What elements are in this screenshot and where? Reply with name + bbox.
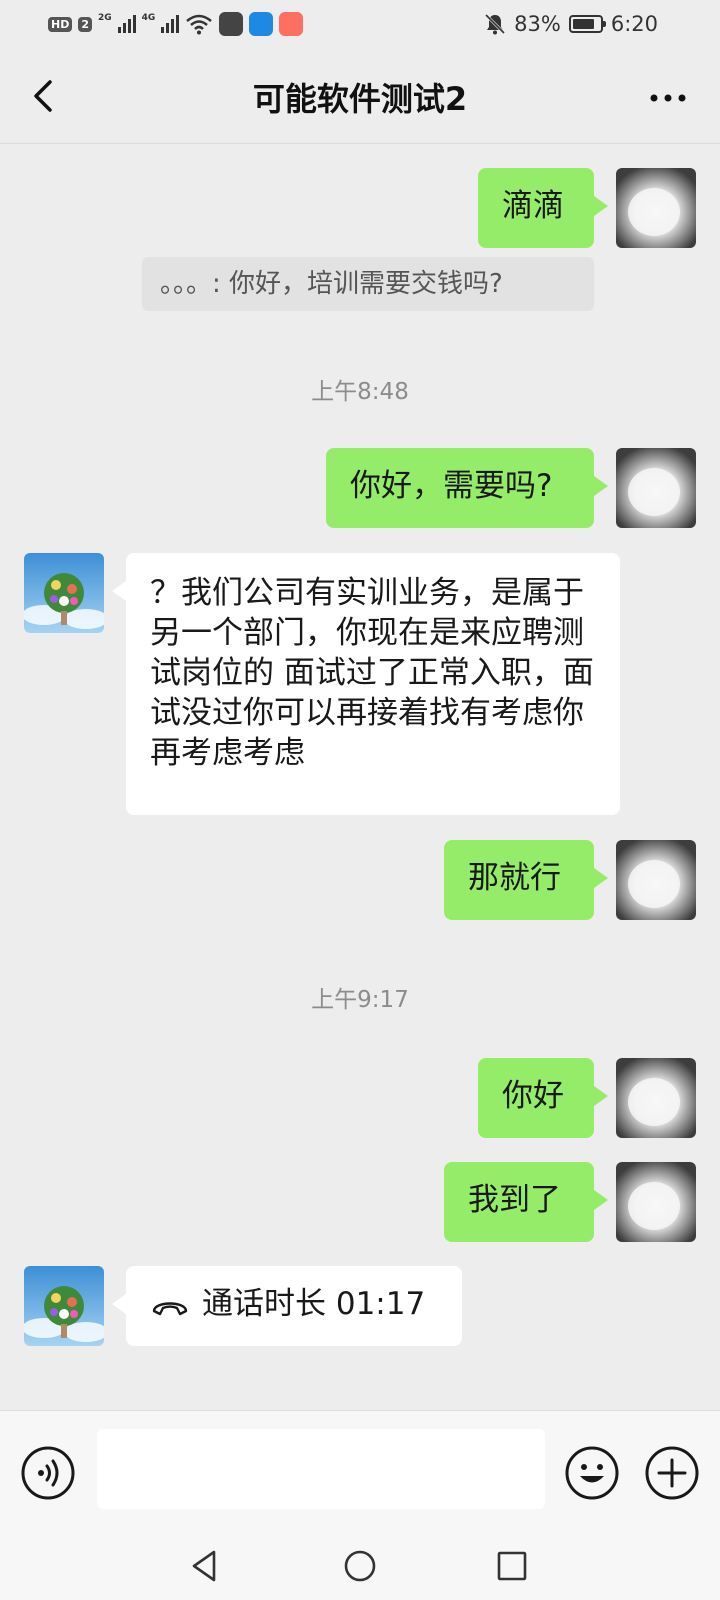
emoji-button[interactable] (564, 1445, 620, 1501)
app-notification-icon-1 (219, 12, 244, 36)
more-dots-icon (650, 94, 686, 102)
message-text: ？我们公司有实训业务，是属于另一个部门，你现在是来应聘测试岗位的 面试过了正常入… (150, 575, 594, 771)
signal-icon (117, 15, 136, 33)
plus-icon (645, 1446, 699, 1500)
bell-off-icon (485, 13, 506, 35)
call-duration-text: 通话时长 01:17 (202, 1286, 426, 1322)
call-record-message[interactable]: 通话时长 01:17 (112, 1266, 462, 1346)
message-text: 滴滴 (502, 188, 564, 224)
wifi-icon (186, 14, 213, 35)
app-notification-icon-3 (279, 12, 304, 36)
network-4g-label: 4G (141, 13, 156, 23)
signal-icon-2 (161, 15, 180, 33)
message-text: 你好 (502, 1078, 564, 1114)
message-text: 我到了 (468, 1182, 561, 1218)
nav-recents-button[interactable] (488, 1542, 536, 1590)
timestamp: 上午9:17 (311, 987, 409, 1013)
hd-badge: HD (48, 16, 73, 32)
message-sent-2[interactable]: 你好，需要吗? (326, 448, 608, 528)
contact-avatar[interactable] (24, 553, 104, 633)
emoji-icon (565, 1446, 619, 1500)
more-button[interactable] (646, 78, 690, 118)
chat-title: 可能软件测试2 (252, 80, 468, 118)
sim-badge: 2 (78, 16, 92, 32)
triangle-back-icon (192, 1550, 216, 1582)
quoted-message[interactable]: 。。。: 你好，培训需要交钱吗? (142, 257, 594, 311)
title-bar: 可能软件测试2 (0, 48, 720, 144)
app-notification-icon-2 (249, 12, 274, 36)
message-sent-3[interactable]: 那就行 (444, 840, 608, 920)
status-bar: HD 2 2G 4G 83% 6:20 (0, 0, 720, 48)
chat-screen: HD 2 2G 4G 83% 6:20 可能软件测试2 滴滴 。。。: 你好，培… (0, 0, 720, 1600)
back-button[interactable] (22, 74, 66, 118)
system-nav-bar (0, 1532, 720, 1600)
voice-icon (21, 1446, 75, 1500)
message-sent-4[interactable]: 你好 (478, 1058, 608, 1138)
self-avatar[interactable] (616, 840, 696, 920)
self-avatar[interactable] (616, 168, 696, 248)
contact-avatar[interactable] (24, 1266, 104, 1346)
message-sent-5[interactable]: 我到了 (444, 1162, 608, 1242)
circle-home-icon (344, 1550, 376, 1582)
message-sent-1[interactable]: 滴滴 (478, 168, 608, 248)
message-text: 你好，需要吗? (350, 468, 553, 504)
nav-back-button[interactable] (182, 1542, 230, 1590)
square-recents-icon (497, 1551, 527, 1581)
battery-icon (568, 15, 606, 33)
message-text: 那就行 (468, 860, 561, 896)
input-bar (0, 1410, 720, 1532)
network-2g-label: 2G (98, 13, 112, 23)
self-avatar[interactable] (616, 1058, 696, 1138)
phone-hangup-icon (152, 1301, 188, 1315)
self-avatar[interactable] (616, 1162, 696, 1242)
message-input[interactable] (97, 1429, 545, 1509)
chevron-left-icon (34, 80, 52, 112)
plus-button[interactable] (644, 1445, 700, 1501)
nav-home-button[interactable] (336, 1542, 384, 1590)
message-received-1[interactable]: ？我们公司有实训业务，是属于另一个部门，你现在是来应聘测试岗位的 面试过了正常入… (112, 553, 620, 815)
battery-percent: 83% (514, 12, 561, 36)
timestamp: 上午8:48 (311, 379, 409, 405)
voice-button[interactable] (20, 1445, 76, 1501)
self-avatar[interactable] (616, 448, 696, 528)
clock: 6:20 (610, 12, 658, 36)
